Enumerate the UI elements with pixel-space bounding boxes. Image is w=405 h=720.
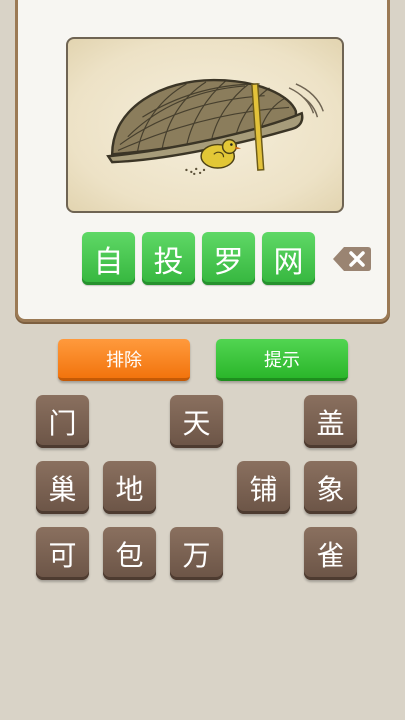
puzzle-image <box>66 37 344 213</box>
answer-row: 自 投 罗 网 <box>82 232 315 285</box>
letter-tile[interactable]: 铺 <box>237 461 290 514</box>
letter-tile[interactable]: 地 <box>103 461 156 514</box>
delete-button[interactable] <box>332 244 372 274</box>
letter-tile[interactable]: 包 <box>103 527 156 580</box>
answer-slot-2[interactable]: 投 <box>142 232 195 285</box>
backspace-icon <box>333 247 371 271</box>
hint-button[interactable]: 提示 <box>216 339 348 381</box>
letter-tile[interactable]: 门 <box>36 395 89 448</box>
answer-slot-4[interactable]: 网 <box>262 232 315 285</box>
answer-slot-1[interactable]: 自 <box>82 232 135 285</box>
letter-tile[interactable]: 雀 <box>304 527 357 580</box>
puzzle-card: 自 投 罗 网 <box>15 0 390 322</box>
letter-tile[interactable]: 巢 <box>36 461 89 514</box>
hat-trap-bird-illustration <box>106 78 324 176</box>
remove-button[interactable]: 排除 <box>58 339 190 381</box>
letter-tile[interactable]: 盖 <box>304 395 357 448</box>
letter-tile[interactable]: 天 <box>170 395 223 448</box>
letter-tile[interactable]: 万 <box>170 527 223 580</box>
letter-tile[interactable]: 可 <box>36 527 89 580</box>
letter-tile[interactable]: 象 <box>304 461 357 514</box>
answer-slot-3[interactable]: 罗 <box>202 232 255 285</box>
